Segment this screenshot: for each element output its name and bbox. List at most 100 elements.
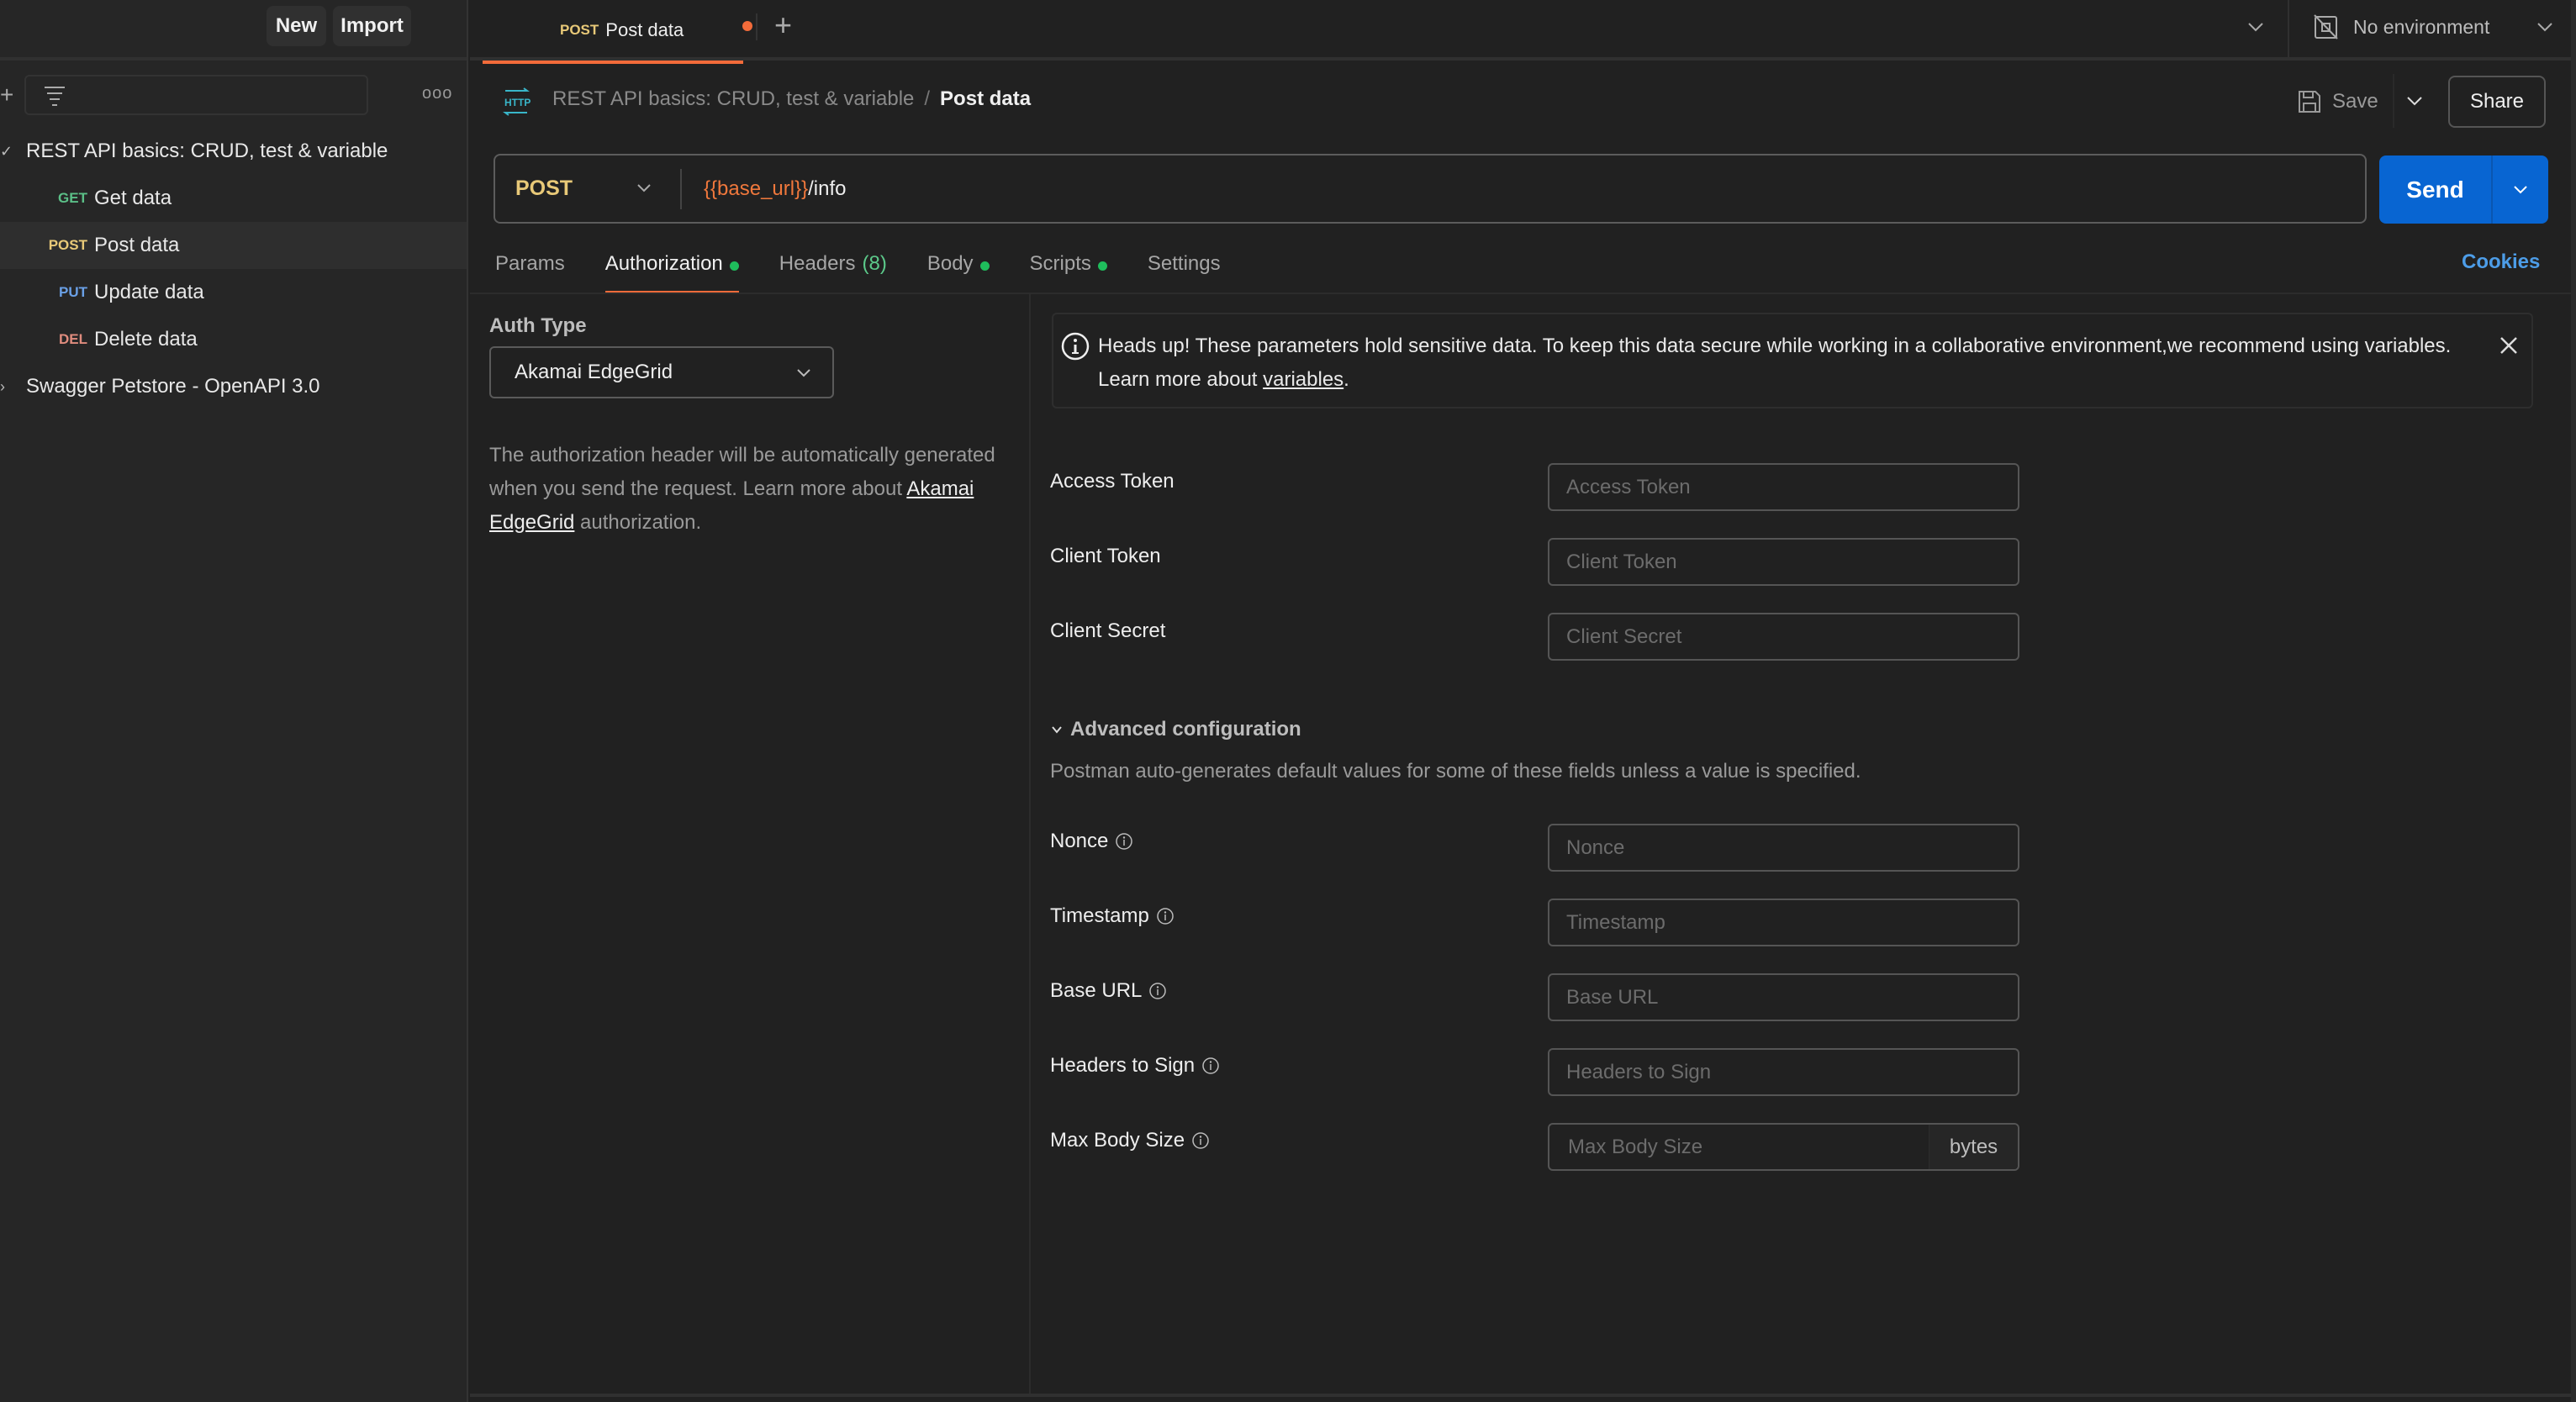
- add-collection-icon[interactable]: +: [0, 83, 13, 107]
- save-options-chevron-icon[interactable]: [2404, 89, 2425, 113]
- label-text: Headers to Sign: [1050, 1054, 1196, 1077]
- banner-text: Heads up! These parameters hold sensitiv…: [1098, 329, 2452, 397]
- base-url-label: Base URL: [1050, 979, 1167, 1003]
- environment-select[interactable]: No environment: [2313, 10, 2557, 44]
- panel-divider[interactable]: [1029, 294, 1031, 1395]
- max-body-size-label: Max Body Size: [1050, 1129, 1210, 1152]
- send-button[interactable]: Send: [2379, 155, 2493, 224]
- collection-name: REST API basics: CRUD, test & variable: [26, 140, 388, 162]
- info-icon[interactable]: [1115, 832, 1133, 851]
- base-url-input[interactable]: [1548, 973, 2019, 1021]
- method-select[interactable]: POST: [495, 155, 680, 222]
- tab-label: Body: [926, 252, 974, 275]
- cookies-link[interactable]: Cookies: [2462, 250, 2540, 274]
- import-button[interactable]: Import: [333, 6, 411, 46]
- label-text: Base URL: [1050, 979, 1143, 1002]
- sidebar: New Import + ooo ✓ REST API basics: CRUD…: [0, 0, 468, 1402]
- client-token-input[interactable]: [1548, 538, 2019, 586]
- tab-headers[interactable]: Headers (8): [779, 244, 887, 294]
- breadcrumb-request[interactable]: Post data: [940, 87, 1031, 111]
- nonce-input[interactable]: [1548, 824, 2019, 872]
- new-button[interactable]: New: [267, 6, 326, 46]
- request-name: Update data: [94, 281, 204, 303]
- auth-description: The authorization header will be automat…: [489, 439, 1011, 540]
- chevron-down-icon: [1052, 726, 1062, 734]
- environment-name: No environment: [2353, 15, 2490, 38]
- chevron-down-icon: [637, 184, 651, 192]
- more-options-icon[interactable]: ooo: [422, 84, 452, 103]
- auth-type-value: Akamai EdgeGrid: [515, 361, 673, 383]
- new-tab-button[interactable]: +: [774, 8, 803, 42]
- url-path: /info: [808, 177, 847, 200]
- method-badge: DEL: [59, 331, 87, 347]
- request-item-get-data[interactable]: GET Get data: [0, 175, 467, 222]
- max-body-size-input[interactable]: [1549, 1125, 1929, 1169]
- status-dot: [729, 261, 739, 271]
- tab-body[interactable]: Body: [927, 244, 990, 294]
- url-input[interactable]: {{base_url}}/info: [682, 177, 2365, 201]
- chevron-down-icon[interactable]: [2242, 15, 2269, 39]
- advanced-description: Postman auto-generates default values fo…: [1050, 760, 1861, 783]
- divider: [756, 13, 757, 40]
- tab-bar: POST Post data + No environment: [470, 0, 2576, 64]
- bytes-suffix: bytes: [1929, 1125, 2018, 1169]
- sidebar-header: New Import: [0, 0, 467, 61]
- tab-post-data[interactable]: POST Post data: [483, 0, 752, 64]
- method-value: POST: [515, 177, 573, 200]
- auth-type-label: Auth Type: [489, 314, 587, 337]
- tab-settings[interactable]: Settings: [1148, 244, 1221, 294]
- divider: [2571, 0, 2576, 1402]
- svg-text:HTTP: HTTP: [504, 97, 531, 108]
- chevron-down-icon: [2537, 23, 2552, 32]
- breadcrumb-collection[interactable]: REST API basics: CRUD, test & variable: [552, 87, 914, 111]
- access-token-label: Access Token: [1050, 470, 1175, 493]
- access-token-input[interactable]: [1548, 463, 2019, 511]
- headers-count: (8): [862, 252, 887, 275]
- tab-label: Settings: [1147, 252, 1221, 275]
- request-item-delete-data[interactable]: DEL Delete data: [0, 316, 467, 363]
- tab-label: Params: [495, 252, 565, 275]
- request-item-post-data[interactable]: POST Post data: [0, 222, 467, 269]
- timestamp-input[interactable]: [1548, 899, 2019, 946]
- info-icon[interactable]: [1156, 907, 1175, 925]
- chevron-down-icon[interactable]: ✓: [0, 143, 13, 161]
- max-body-size-field: bytes: [1548, 1123, 2019, 1171]
- share-button[interactable]: Share: [2448, 76, 2546, 128]
- save-label: Save: [2332, 90, 2378, 113]
- request-name: Delete data: [94, 328, 198, 350]
- auth-type-select[interactable]: Akamai EdgeGrid: [489, 346, 834, 398]
- collection-rest-api-basics[interactable]: ✓ REST API basics: CRUD, test & variable: [0, 128, 467, 175]
- tab-label: Headers: [779, 252, 856, 275]
- collection-swagger-petstore[interactable]: › Swagger Petstore - OpenAPI 3.0: [0, 363, 467, 410]
- save-button[interactable]: Save: [2297, 84, 2378, 119]
- request-item-update-data[interactable]: PUT Update data: [0, 269, 467, 316]
- divider: [2288, 0, 2289, 61]
- nonce-label: Nonce: [1050, 830, 1133, 853]
- tab-scripts[interactable]: Scripts: [1030, 244, 1107, 294]
- advanced-configuration-toggle[interactable]: Advanced configuration: [1050, 718, 1301, 741]
- info-icon[interactable]: [1201, 1057, 1220, 1075]
- advanced-label: Advanced configuration: [1070, 718, 1301, 741]
- chevron-right-icon[interactable]: ›: [0, 378, 12, 396]
- tab-authorization[interactable]: Authorization: [604, 244, 739, 294]
- status-dot: [979, 261, 990, 271]
- tab-label: Scripts: [1029, 252, 1091, 275]
- send-options-button[interactable]: [2493, 155, 2548, 224]
- url-bar: POST {{base_url}}/info: [494, 154, 2367, 224]
- variables-link[interactable]: variables: [1263, 368, 1343, 391]
- headers-to-sign-input[interactable]: [1548, 1048, 2019, 1096]
- sensitive-data-banner: Heads up! These parameters hold sensitiv…: [1052, 313, 2533, 408]
- close-icon[interactable]: [2496, 333, 2521, 358]
- filter-search-input[interactable]: [24, 75, 368, 115]
- tab-method: POST: [560, 22, 599, 38]
- tab-name: Post data: [605, 19, 684, 40]
- chevron-down-icon: [2514, 185, 2527, 193]
- info-icon[interactable]: [1148, 982, 1167, 1000]
- divider: [2393, 74, 2394, 128]
- breadcrumb: REST API basics: CRUD, test & variable /…: [552, 87, 1031, 111]
- client-secret-input[interactable]: [1548, 613, 2019, 661]
- method-badge: POST: [48, 237, 87, 253]
- tab-params[interactable]: Params: [495, 244, 565, 294]
- divider: [470, 293, 2576, 294]
- info-icon[interactable]: [1191, 1131, 1210, 1150]
